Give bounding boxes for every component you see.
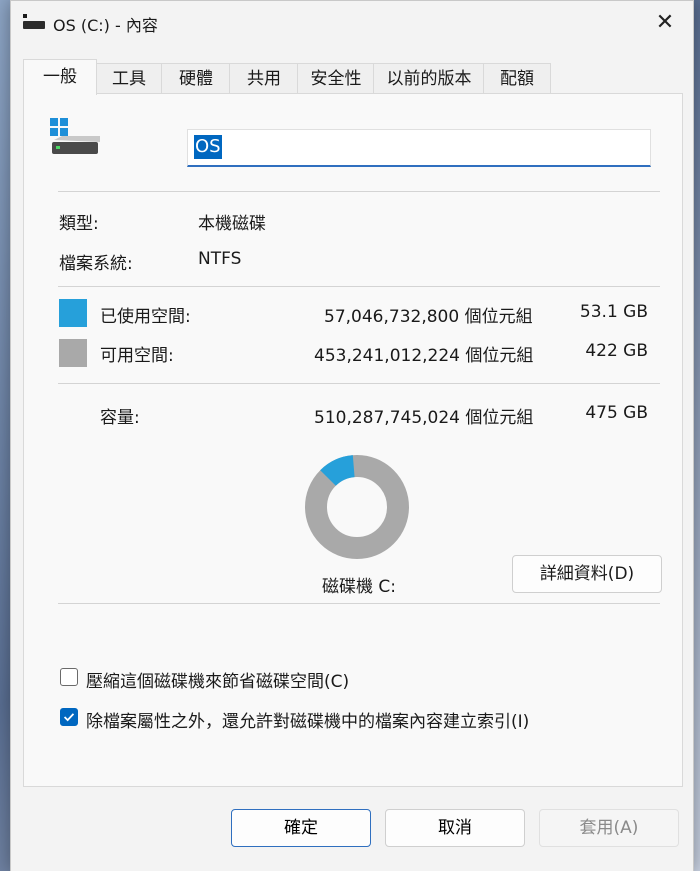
used-space-label: 已使用空間:	[100, 307, 191, 327]
checkmark-icon	[63, 713, 75, 722]
tab-security[interactable]: 安全性	[297, 63, 375, 94]
general-panel: OS 類型: 本機磁碟 檔案系統: NTFS 已使用空間: 57,046,732…	[23, 93, 683, 787]
tab-hardware[interactable]: 硬體	[161, 63, 231, 94]
used-space-size: 53.1 GB	[579, 302, 648, 322]
apply-button[interactable]: 套用(A)	[539, 809, 679, 847]
drive-name-input[interactable]: OS	[187, 129, 651, 167]
free-space-bytes: 453,241,012,224 個位元組	[314, 346, 534, 366]
tab-tools[interactable]: 工具	[95, 63, 163, 94]
capacity-bytes: 510,287,745,024 個位元組	[314, 408, 534, 428]
drive-icon	[23, 14, 45, 29]
capacity-size: 475 GB	[585, 403, 648, 423]
free-space-label: 可用空間:	[100, 346, 174, 366]
properties-window: OS (C:) - 內容 ✕ 一般 工具 硬體 共用 安全性 以前的版本 配額 …	[10, 0, 694, 871]
divider	[58, 603, 660, 604]
tab-quota[interactable]: 配額	[483, 63, 551, 94]
capacity-label: 容量:	[100, 408, 140, 428]
used-space-swatch	[59, 299, 87, 327]
drive-caption: 磁碟機 C:	[322, 577, 397, 597]
close-icon[interactable]: ✕	[653, 11, 677, 35]
hard-drive-icon	[50, 118, 100, 154]
filesystem-value: NTFS	[198, 249, 242, 269]
tab-general[interactable]: 一般	[23, 59, 97, 95]
tab-previous-versions[interactable]: 以前的版本	[373, 63, 485, 94]
type-value: 本機磁碟	[198, 214, 266, 234]
compress-checkbox-label[interactable]: 壓縮這個磁碟機來節省磁碟空間(C)	[86, 667, 349, 692]
title-bar: OS (C:) - 內容 ✕	[11, 1, 693, 45]
details-button[interactable]: 詳細資料(D)	[512, 555, 662, 593]
tab-strip: 一般 工具 硬體 共用 安全性 以前的版本 配額	[23, 59, 683, 95]
ok-button[interactable]: 確定	[231, 809, 371, 847]
usage-donut-chart	[305, 455, 409, 559]
index-checkbox[interactable]	[60, 708, 78, 726]
cancel-button[interactable]: 取消	[385, 809, 525, 847]
type-label: 類型:	[59, 214, 99, 234]
divider	[58, 191, 660, 192]
free-space-size: 422 GB	[585, 341, 648, 361]
tab-sharing[interactable]: 共用	[229, 63, 299, 94]
used-space-bytes: 57,046,732,800 個位元組	[324, 307, 533, 327]
window-title: OS (C:) - 內容	[53, 16, 158, 35]
divider	[58, 383, 660, 384]
divider	[58, 286, 660, 287]
drive-name-value: OS	[194, 135, 222, 159]
free-space-swatch	[59, 339, 87, 367]
index-checkbox-label[interactable]: 除檔案屬性之外，還允許對磁碟機中的檔案內容建立索引(I)	[86, 707, 529, 732]
compress-checkbox[interactable]	[60, 668, 78, 686]
filesystem-label: 檔案系統:	[59, 254, 133, 274]
